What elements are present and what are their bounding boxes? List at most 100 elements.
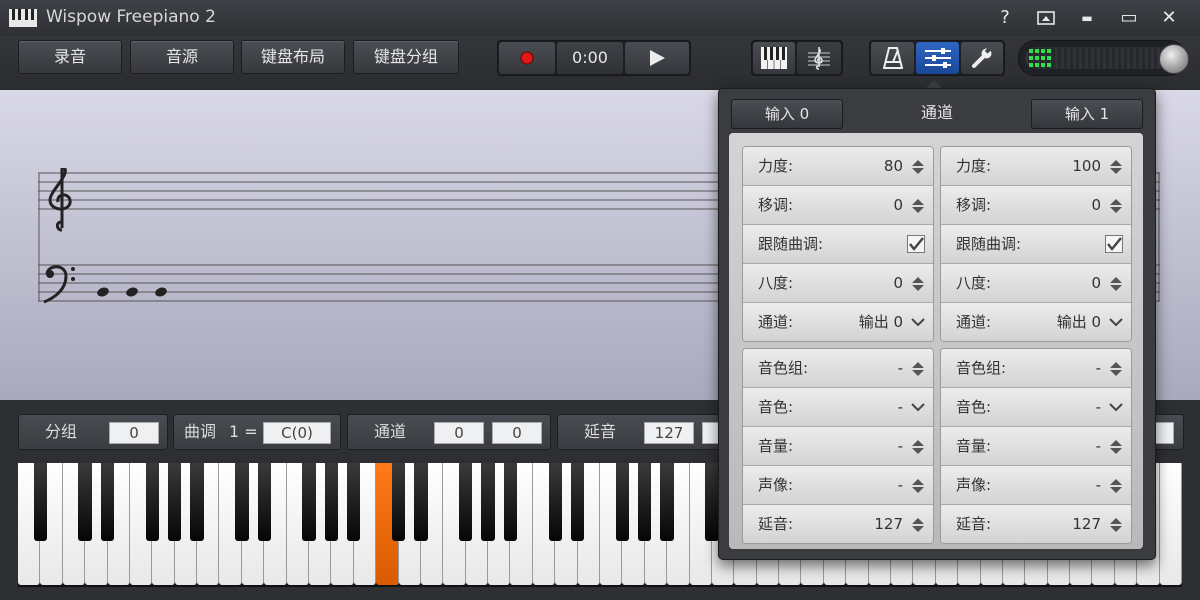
left-program-chevron-down-icon[interactable] <box>911 400 925 414</box>
black-key[interactable] <box>481 463 495 541</box>
right-bank-row[interactable]: 音色组: - <box>941 349 1131 388</box>
black-key[interactable] <box>167 463 182 541</box>
left-volume-spinner-icon[interactable] <box>911 439 925 454</box>
right-pan-row[interactable]: 声像: - <box>941 466 1131 505</box>
left-volume-row[interactable]: 音量: - <box>743 427 933 466</box>
right-pan-value[interactable]: - <box>1096 466 1101 504</box>
maximize-button[interactable]: ▭ <box>1116 6 1142 30</box>
left-program-row[interactable]: 音色: - <box>743 388 933 427</box>
mixer-button[interactable] <box>916 42 959 74</box>
left-follow-key-row[interactable]: 跟随曲调: <box>743 225 933 264</box>
settings-button[interactable] <box>961 42 1003 74</box>
right-octave-row[interactable]: 八度: 0 <box>941 264 1131 303</box>
black-key[interactable] <box>414 463 428 541</box>
sustain-field[interactable]: 127 <box>644 422 694 444</box>
right-follow-key-row[interactable]: 跟随曲调: <box>941 225 1131 264</box>
black-key[interactable] <box>78 463 92 541</box>
right-transpose-row[interactable]: 移调: 0 <box>941 186 1131 225</box>
left-pan-spinner-icon[interactable] <box>911 478 925 493</box>
right-bank-value[interactable]: - <box>1096 349 1101 387</box>
right-output-channel-row[interactable]: 通道: 输出 0 <box>941 303 1131 341</box>
key-field[interactable]: C(0) <box>263 422 331 444</box>
right-volume-row[interactable]: 音量: - <box>941 427 1131 466</box>
left-volume-value[interactable]: - <box>898 427 903 465</box>
right-velocity-row[interactable]: 力度: 100 <box>941 147 1131 186</box>
black-key[interactable] <box>324 463 339 541</box>
black-key[interactable] <box>347 463 361 541</box>
black-key[interactable] <box>705 463 719 541</box>
right-octave-spinner-icon[interactable] <box>1109 276 1123 291</box>
left-output-channel-chevron-down-icon[interactable] <box>911 315 925 329</box>
right-sustain-row[interactable]: 延音: 127 <box>941 505 1131 543</box>
black-key[interactable] <box>615 463 630 541</box>
right-transpose-spinner-icon[interactable] <box>1109 198 1123 213</box>
input-0-tab[interactable]: 输入 0 <box>731 99 843 129</box>
black-key[interactable] <box>638 463 652 541</box>
white-key[interactable] <box>1159 463 1182 585</box>
black-key[interactable] <box>33 463 48 541</box>
left-sustain-row[interactable]: 延音: 127 <box>743 505 933 543</box>
mini-mode-button[interactable] <box>1033 6 1059 30</box>
left-sustain-value[interactable]: 127 <box>874 505 903 543</box>
left-bank-row[interactable]: 音色组: - <box>743 349 933 388</box>
black-key[interactable] <box>458 463 473 541</box>
right-program-chevron-down-icon[interactable] <box>1109 400 1123 414</box>
volume-knob-icon[interactable] <box>1159 44 1189 74</box>
left-sustain-spinner-icon[interactable] <box>911 517 925 532</box>
score-view-button[interactable] <box>797 42 841 74</box>
right-bank-spinner-icon[interactable] <box>1109 361 1123 376</box>
black-key[interactable] <box>570 463 585 541</box>
left-octave-spinner-icon[interactable] <box>911 276 925 291</box>
right-volume-spinner-icon[interactable] <box>1109 439 1123 454</box>
black-key[interactable] <box>235 463 249 541</box>
left-bank-spinner-icon[interactable] <box>911 361 925 376</box>
record-menu-button[interactable]: 录音 <box>18 40 122 74</box>
right-program-value[interactable]: - <box>1096 388 1101 426</box>
black-key[interactable] <box>302 463 316 541</box>
group-field[interactable]: 0 <box>109 422 159 444</box>
help-button[interactable]: ? <box>992 6 1018 30</box>
left-octave-row[interactable]: 八度: 0 <box>743 264 933 303</box>
left-output-channel-row[interactable]: 通道: 输出 0 <box>743 303 933 341</box>
black-key[interactable] <box>190 463 204 541</box>
keyboard-layout-button[interactable]: 键盘布局 <box>241 40 345 74</box>
right-follow-key-checkbox[interactable] <box>1105 235 1123 253</box>
right-output-channel-chevron-down-icon[interactable] <box>1109 315 1123 329</box>
black-key[interactable] <box>503 463 518 541</box>
keyboard-split-button[interactable]: 键盘分组 <box>353 40 459 74</box>
record-button[interactable] <box>499 42 555 74</box>
black-key[interactable] <box>660 463 674 541</box>
piano-view-button[interactable] <box>753 42 795 74</box>
channel-field-1[interactable]: 0 <box>434 422 484 444</box>
black-key[interactable] <box>100 463 115 541</box>
left-pan-row[interactable]: 声像: - <box>743 466 933 505</box>
left-octave-value[interactable]: 0 <box>893 264 903 302</box>
right-velocity-value[interactable]: 100 <box>1072 147 1101 185</box>
black-key[interactable] <box>145 463 159 541</box>
right-octave-value[interactable]: 0 <box>1091 264 1101 302</box>
right-output-channel-value[interactable]: 输出 0 <box>1057 303 1101 341</box>
right-sustain-value[interactable]: 127 <box>1072 505 1101 543</box>
volume-control[interactable] <box>1018 40 1189 76</box>
close-button[interactable]: ✕ <box>1156 6 1182 30</box>
black-key[interactable] <box>257 463 271 541</box>
channel-field-2[interactable]: 0 <box>492 422 542 444</box>
left-transpose-spinner-icon[interactable] <box>911 198 925 213</box>
black-key[interactable] <box>548 463 562 541</box>
left-pan-value[interactable]: - <box>898 466 903 504</box>
right-transpose-value[interactable]: 0 <box>1091 186 1101 224</box>
black-key[interactable] <box>391 463 406 541</box>
left-program-value[interactable]: - <box>898 388 903 426</box>
left-follow-key-checkbox[interactable] <box>907 235 925 253</box>
metronome-button[interactable] <box>871 42 914 74</box>
right-velocity-spinner-icon[interactable] <box>1109 159 1123 174</box>
left-output-channel-value[interactable]: 输出 0 <box>859 303 903 341</box>
left-bank-value[interactable]: - <box>898 349 903 387</box>
left-transpose-row[interactable]: 移调: 0 <box>743 186 933 225</box>
left-velocity-value[interactable]: 80 <box>884 147 903 185</box>
play-button[interactable] <box>625 42 689 74</box>
minimize-button[interactable]: ▬ <box>1074 6 1100 30</box>
left-transpose-value[interactable]: 0 <box>893 186 903 224</box>
input-1-tab[interactable]: 输入 1 <box>1031 99 1143 129</box>
right-pan-spinner-icon[interactable] <box>1109 478 1123 493</box>
